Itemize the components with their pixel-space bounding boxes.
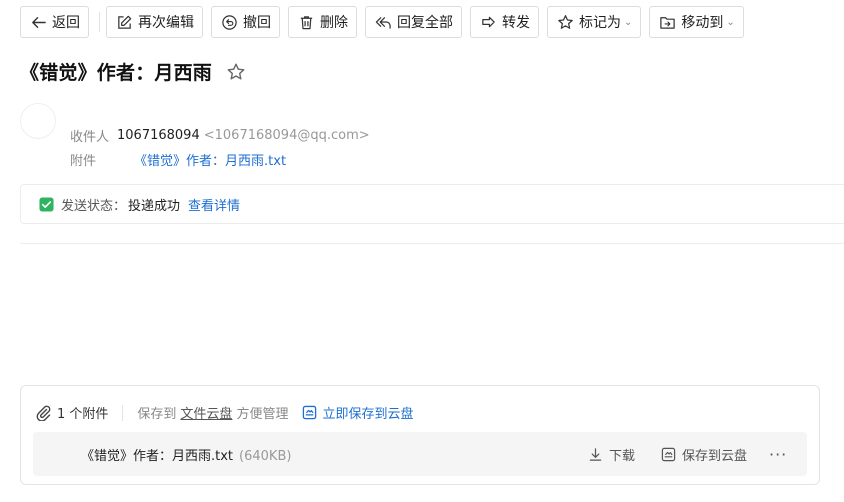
- file-cloud-link[interactable]: 文件云盘: [180, 403, 232, 422]
- attachment-item[interactable]: 《错觉》作者：月西雨.txt (640KB) 下载 保存到云盘 ···: [33, 432, 807, 476]
- recipient-name[interactable]: 1067168094: [117, 128, 200, 143]
- forward-icon: [479, 13, 497, 31]
- recall-label: 撤回: [243, 15, 271, 31]
- reply-all-label: 回复全部: [397, 15, 453, 31]
- arrow-left-icon: [29, 13, 47, 31]
- toolbar-divider: [99, 12, 100, 32]
- content-divider: [20, 243, 844, 244]
- save-suffix: 方便管理: [236, 407, 289, 422]
- reedit-label: 再次编辑: [138, 15, 194, 31]
- status-label: 发送状态：: [61, 198, 127, 214]
- download-label: 下载: [609, 448, 636, 464]
- recipient-address: <1067168094@qq.com>: [203, 128, 370, 143]
- mark-as-label: 标记为: [579, 15, 621, 31]
- forward-button[interactable]: 转发: [470, 6, 539, 38]
- attachment-count: 1 个附件: [57, 407, 109, 422]
- move-to-label: 移动到: [681, 15, 724, 31]
- cloud-save-icon: [303, 405, 317, 420]
- download-button[interactable]: 下载: [588, 445, 635, 464]
- paperclip-icon: [36, 405, 51, 421]
- more-options-icon[interactable]: ···: [769, 445, 787, 464]
- avatar: [20, 103, 56, 139]
- recipient-row: 收件人 1067168094 <1067168094@qq.com>: [70, 126, 370, 145]
- attachment-label: 附件: [70, 154, 97, 169]
- reedit-button[interactable]: 再次编辑: [106, 6, 203, 38]
- recall-button[interactable]: 撤回: [211, 6, 280, 38]
- reply-all-icon: [374, 13, 392, 31]
- mail-subject: 《错觉》作者：月西雨: [20, 62, 213, 84]
- move-to-dropdown[interactable]: 移动到 ⌄: [649, 6, 744, 38]
- status-value: 投递成功: [128, 198, 181, 214]
- back-label: 返回: [52, 15, 80, 31]
- delete-label: 删除: [320, 15, 348, 31]
- forward-label: 转发: [502, 15, 530, 31]
- star-icon: [556, 13, 574, 31]
- delivery-status-bar: 发送状态： 投递成功 查看详情: [20, 184, 844, 224]
- chevron-down-icon: ⌄: [624, 16, 633, 28]
- save-now-label: 立即保存到云盘: [322, 407, 414, 422]
- subject-row: 《错觉》作者：月西雨: [20, 58, 246, 85]
- reply-all-button[interactable]: 回复全部: [365, 6, 462, 38]
- edit-icon: [115, 13, 133, 31]
- file-size: (640KB): [239, 448, 292, 464]
- star-icon[interactable]: [226, 62, 246, 82]
- header-divider: [122, 404, 124, 421]
- file-name: 《错觉》作者：月西雨.txt: [81, 448, 234, 464]
- attachment-file: 《错觉》作者：月西雨.txt (640KB): [81, 445, 291, 464]
- attachment-panel-header: 1 个附件 保存到 文件云盘 方便管理 立即保存到云盘: [35, 403, 413, 422]
- mark-as-dropdown[interactable]: 标记为 ⌄: [547, 6, 642, 38]
- recall-icon: [220, 13, 238, 31]
- delete-button[interactable]: 删除: [288, 6, 357, 38]
- back-button[interactable]: 返回: [20, 6, 89, 38]
- cloud-save-icon: [661, 447, 676, 461]
- trash-icon: [297, 13, 315, 31]
- download-icon: [589, 447, 602, 461]
- attachment-row: 附件 《错觉》作者：月西雨.txt: [70, 150, 286, 169]
- attachment-panel: 1 个附件 保存到 文件云盘 方便管理 立即保存到云盘 《错觉》作者：月西雨.t…: [20, 385, 820, 485]
- save-to-cloud-button[interactable]: 保存到云盘: [661, 445, 747, 464]
- move-folder-icon: [658, 13, 676, 31]
- save-to-cloud-label: 保存到云盘: [682, 448, 748, 464]
- view-details-link[interactable]: 查看详情: [188, 195, 240, 214]
- save-all-to-cloud-button[interactable]: 立即保存到云盘: [302, 403, 413, 422]
- chevron-down-icon: ⌄: [726, 16, 735, 28]
- save-prefix: 保存到: [137, 407, 177, 422]
- attachment-link[interactable]: 《错觉》作者：月西雨.txt: [134, 150, 286, 169]
- recipient-label: 收件人: [70, 130, 110, 145]
- check-icon: [39, 196, 54, 212]
- toolbar: 返回 再次编辑 撤回 删除 回复全部 转发 标记为 ⌄ 移动到 ⌄: [20, 6, 752, 38]
